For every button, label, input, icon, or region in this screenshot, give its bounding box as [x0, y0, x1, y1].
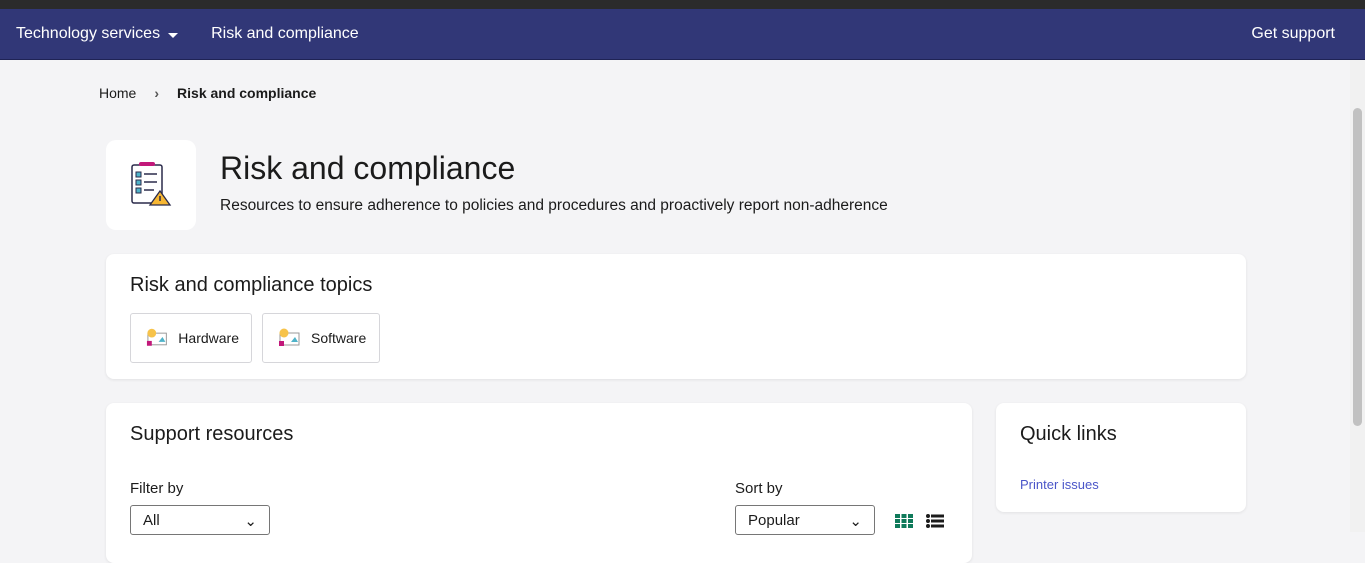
list-view-icon[interactable]: [926, 514, 944, 528]
page-title: Risk and compliance: [220, 150, 516, 186]
nav-label: Technology services: [16, 25, 161, 42]
caret-down-icon: [168, 32, 179, 38]
nav-get-support[interactable]: Get support: [1251, 25, 1335, 43]
breadcrumb: Home › Risk and compliance: [99, 85, 316, 101]
support-resources-heading: Support resources: [130, 423, 294, 445]
topic-icon: [146, 328, 167, 346]
topic-software[interactable]: Software: [262, 313, 380, 363]
scrollbar-thumb[interactable]: [1353, 108, 1362, 426]
topic-icon: [279, 328, 300, 346]
nav-technology-services[interactable]: Technology services: [16, 25, 179, 43]
breadcrumb-current: Risk and compliance: [177, 85, 317, 101]
quick-links-heading: Quick links: [1020, 423, 1117, 445]
quick-link-printer-issues[interactable]: Printer issues: [1020, 477, 1099, 492]
topic-label: Hardware: [178, 330, 239, 346]
scrollbar[interactable]: [1350, 60, 1365, 532]
topics-heading: Risk and compliance topics: [130, 274, 373, 296]
filter-label: Filter by: [130, 480, 184, 497]
support-resources-card: Support resources Filter by All ⌄ Sort by…: [106, 403, 972, 563]
clipboard-warning-icon: [131, 162, 172, 206]
topics-card: Risk and compliance topics Hardware Soft…: [106, 254, 1246, 379]
nav-risk-and-compliance[interactable]: Risk and compliance: [211, 25, 359, 43]
sort-value: Popular: [748, 512, 800, 529]
filter-value: All: [143, 512, 160, 529]
sort-label: Sort by: [735, 480, 783, 497]
topic-label: Software: [311, 330, 367, 346]
quick-links-card: Quick links Printer issues: [996, 403, 1246, 512]
top-nav: Technology services Risk and compliance …: [0, 9, 1365, 60]
chevron-down-icon: ⌄: [849, 513, 862, 530]
grid-view-icon[interactable]: [895, 514, 913, 528]
chevron-right-icon: ›: [154, 85, 160, 101]
sort-select[interactable]: Popular ⌄: [735, 505, 875, 535]
breadcrumb-home[interactable]: Home: [99, 85, 136, 101]
browser-top-strip: [0, 0, 1365, 9]
chevron-down-icon: ⌄: [244, 513, 257, 530]
filter-select[interactable]: All ⌄: [130, 505, 270, 535]
page-subtitle: Resources to ensure adherence to policie…: [220, 197, 888, 214]
page-icon-box: [106, 140, 196, 230]
topic-hardware[interactable]: Hardware: [130, 313, 252, 363]
